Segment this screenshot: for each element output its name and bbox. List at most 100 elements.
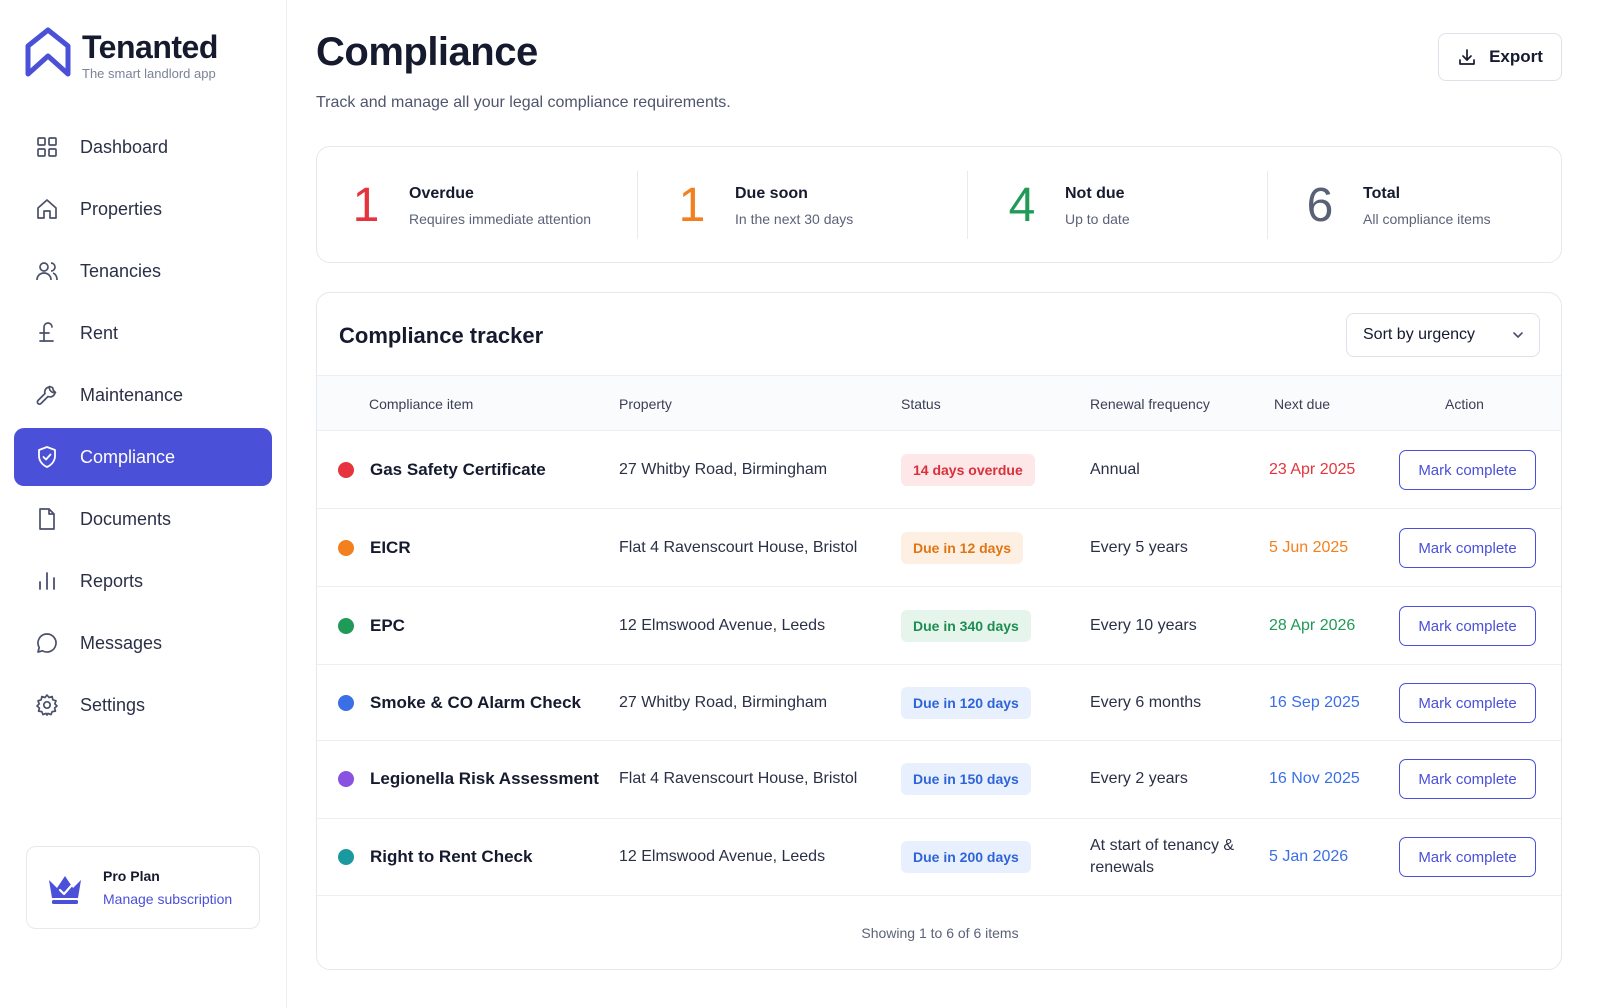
renewal-frequency: Every 2 years xyxy=(1090,770,1188,787)
sidebar-item-dashboard[interactable]: Dashboard xyxy=(14,118,272,176)
renewal-frequency: Every 5 years xyxy=(1090,539,1188,556)
stat-label: Due soon xyxy=(735,184,808,202)
column-header-status[interactable]: Status xyxy=(901,396,941,412)
status-dot xyxy=(338,695,354,711)
stat-description: Up to date xyxy=(1065,210,1130,227)
mark-complete-button[interactable]: Mark complete xyxy=(1399,450,1536,490)
sidebar-item-label: Settings xyxy=(80,694,146,715)
status-badge: Due in 200 days xyxy=(901,841,1031,873)
property-address: Flat 4 Ravenscourt House, Bristol xyxy=(619,770,858,787)
table-row[interactable]: EICR Flat 4 Ravenscourt House, Bristol D… xyxy=(317,509,1561,587)
tracker-title: Compliance tracker xyxy=(339,323,544,348)
table-row[interactable]: EPC 12 Elmswood Avenue, Leeds Due in 340… xyxy=(317,587,1561,665)
pagination-summary: Showing 1 to 6 of 6 items xyxy=(861,925,1019,941)
sidebar-nav: Dashboard Properties Tenancies Rent Main… xyxy=(14,118,272,738)
stat-overdue: 1 Overdue Requires immediate attention xyxy=(341,147,591,264)
sort-label: Sort by urgency xyxy=(1363,326,1476,343)
bar-chart-icon xyxy=(34,568,60,594)
sidebar-item-maintenance[interactable]: Maintenance xyxy=(14,366,272,424)
status-dot xyxy=(338,540,354,556)
tenanted-logo-icon xyxy=(25,27,71,77)
table-row[interactable]: Right to Rent Check 12 Elmswood Avenue, … xyxy=(317,819,1561,896)
download-icon xyxy=(1459,49,1475,65)
sidebar-item-compliance[interactable]: Compliance xyxy=(14,428,272,486)
sidebar-item-reports[interactable]: Reports xyxy=(14,552,272,610)
compliance-summary: 1 Overdue Requires immediate attention 1… xyxy=(316,146,1562,263)
table-row[interactable]: Smoke & CO Alarm Check 27 Whitby Road, B… xyxy=(317,665,1561,741)
mark-complete-button[interactable]: Mark complete xyxy=(1399,837,1536,877)
sidebar-item-messages[interactable]: Messages xyxy=(14,614,272,672)
stat-divider xyxy=(1267,171,1268,239)
column-header-property[interactable]: Property xyxy=(619,396,672,412)
property-address: Flat 4 Ravenscourt House, Bristol xyxy=(619,539,858,556)
next-due-date: 16 Nov 2025 xyxy=(1269,770,1360,787)
mark-complete-button[interactable]: Mark complete xyxy=(1399,528,1536,568)
table-row[interactable]: Legionella Risk Assessment Flat 4 Ravens… xyxy=(317,741,1561,819)
stat-due-soon: 1 Due soon In the next 30 days xyxy=(667,147,854,264)
property-address: 27 Whitby Road, Birmingham xyxy=(619,694,828,711)
column-header-item[interactable]: Compliance item xyxy=(369,396,473,412)
status-badge: Due in 340 days xyxy=(901,610,1031,642)
table-header: Compliance item Property Status Renewal … xyxy=(317,375,1561,431)
sidebar-item-label: Maintenance xyxy=(80,384,184,405)
status-badge: Due in 12 days xyxy=(901,532,1024,564)
mark-complete-button[interactable]: Mark complete xyxy=(1399,606,1536,646)
crown-icon xyxy=(49,875,81,904)
property-address: 27 Whitby Road, Birmingham xyxy=(619,461,828,478)
plan-card: Pro Plan Manage subscription xyxy=(26,846,260,929)
sidebar-item-label: Rent xyxy=(80,322,119,343)
column-header-next-due[interactable]: Next due xyxy=(1274,396,1330,412)
sidebar-item-label: Reports xyxy=(80,570,144,591)
renewal-frequency: At start of tenancy & renewals xyxy=(1090,837,1235,876)
next-due-date: 28 Apr 2026 xyxy=(1269,617,1356,634)
next-due-date: 5 Jun 2025 xyxy=(1269,539,1349,556)
stat-not-due: 4 Not due Up to date xyxy=(997,147,1130,264)
compliance-item-name: EICR xyxy=(370,538,411,557)
dashboard-icon xyxy=(34,134,60,160)
column-header-frequency[interactable]: Renewal frequency xyxy=(1090,396,1210,412)
sort-dropdown[interactable]: Sort by urgency xyxy=(1346,313,1540,357)
status-badge: 14 days overdue xyxy=(901,454,1035,486)
plan-title: Pro Plan xyxy=(103,868,160,884)
renewal-frequency: Annual xyxy=(1090,461,1140,478)
export-label: Export xyxy=(1489,47,1543,66)
table-body: Gas Safety Certificate 27 Whitby Road, B… xyxy=(317,431,1561,896)
export-button[interactable]: Export xyxy=(1438,33,1562,81)
chevron-down-icon xyxy=(1513,332,1523,338)
sidebar-item-rent[interactable]: Rent xyxy=(14,304,272,362)
status-badge: Due in 120 days xyxy=(901,687,1031,719)
status-dot xyxy=(338,849,354,865)
gear-icon xyxy=(34,692,60,718)
stat-value: 1 xyxy=(352,179,380,232)
compliance-item-name: Right to Rent Check xyxy=(370,847,533,866)
status-dot xyxy=(338,771,354,787)
manage-subscription-link[interactable]: Manage subscription xyxy=(103,891,232,907)
sidebar-item-properties[interactable]: Properties xyxy=(14,180,272,238)
mark-complete-button[interactable]: Mark complete xyxy=(1399,759,1536,799)
sidebar-item-label: Compliance xyxy=(80,446,176,467)
sidebar: Tenanted The smart landlord app Dashboar… xyxy=(0,0,287,1008)
brand[interactable]: Tenanted The smart landlord app xyxy=(24,26,218,81)
compliance-item-name: Smoke & CO Alarm Check xyxy=(370,693,581,712)
page-title: Compliance xyxy=(316,30,538,74)
compliance-tracker: Compliance tracker Sort by urgency Compl… xyxy=(316,292,1562,970)
stat-description: Requires immediate attention xyxy=(409,210,592,227)
next-due-date: 23 Apr 2025 xyxy=(1269,461,1356,478)
next-due-date: 5 Jan 2026 xyxy=(1269,848,1349,865)
sidebar-item-tenancies[interactable]: Tenancies xyxy=(14,242,272,300)
mark-complete-button[interactable]: Mark complete xyxy=(1399,683,1536,723)
users-icon xyxy=(34,258,60,284)
compliance-item-name: EPC xyxy=(370,616,405,635)
stat-label: Total xyxy=(1363,184,1401,202)
stat-value: 6 xyxy=(1306,179,1334,232)
sidebar-item-label: Properties xyxy=(80,198,163,219)
stat-value: 1 xyxy=(678,179,706,232)
table-row[interactable]: Gas Safety Certificate 27 Whitby Road, B… xyxy=(317,431,1561,509)
stat-description: In the next 30 days xyxy=(735,210,854,227)
sidebar-item-settings[interactable]: Settings xyxy=(14,676,272,734)
sidebar-item-documents[interactable]: Documents xyxy=(14,490,272,548)
stat-description: All compliance items xyxy=(1363,210,1491,227)
property-address: 12 Elmswood Avenue, Leeds xyxy=(619,848,826,865)
stat-label: Not due xyxy=(1065,184,1125,202)
stat-total: 6 Total All compliance items xyxy=(1295,147,1491,264)
